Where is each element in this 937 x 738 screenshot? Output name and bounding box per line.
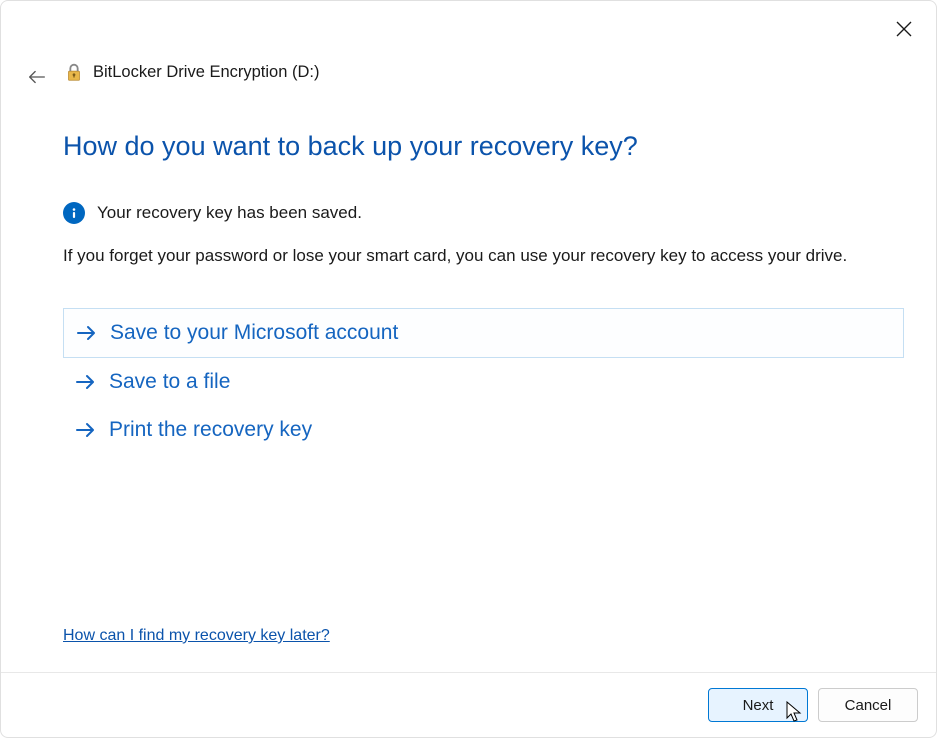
- close-button[interactable]: [894, 19, 914, 39]
- main-content: How do you want to back up your recovery…: [63, 129, 904, 454]
- option-print-recovery-key[interactable]: Print the recovery key: [63, 406, 904, 454]
- description-text: If you forget your password or lose your…: [63, 244, 904, 268]
- window-title: BitLocker Drive Encryption (D:): [93, 63, 319, 82]
- option-save-microsoft-account[interactable]: Save to your Microsoft account: [63, 308, 904, 358]
- arrow-right-icon: [74, 321, 98, 345]
- back-arrow-icon: [26, 66, 48, 88]
- footer: Next Cancel: [1, 672, 936, 737]
- close-icon: [896, 21, 912, 37]
- main-heading: How do you want to back up your recovery…: [63, 129, 904, 164]
- option-save-to-file[interactable]: Save to a file: [63, 358, 904, 406]
- help-link[interactable]: How can I find my recovery key later?: [63, 627, 330, 645]
- option-label: Save to your Microsoft account: [110, 321, 398, 345]
- back-button[interactable]: [25, 65, 49, 89]
- cancel-button[interactable]: Cancel: [818, 688, 918, 722]
- title-row: BitLocker Drive Encryption (D:): [63, 61, 319, 83]
- info-row: Your recovery key has been saved.: [63, 202, 904, 224]
- info-text: Your recovery key has been saved.: [97, 203, 362, 223]
- next-button[interactable]: Next: [708, 688, 808, 722]
- info-icon: [63, 202, 85, 224]
- options-list: Save to your Microsoft account Save to a…: [63, 308, 904, 454]
- arrow-right-icon: [73, 370, 97, 394]
- option-label: Save to a file: [109, 370, 230, 394]
- arrow-right-icon: [73, 418, 97, 442]
- option-label: Print the recovery key: [109, 418, 312, 442]
- bitlocker-icon: [63, 61, 85, 83]
